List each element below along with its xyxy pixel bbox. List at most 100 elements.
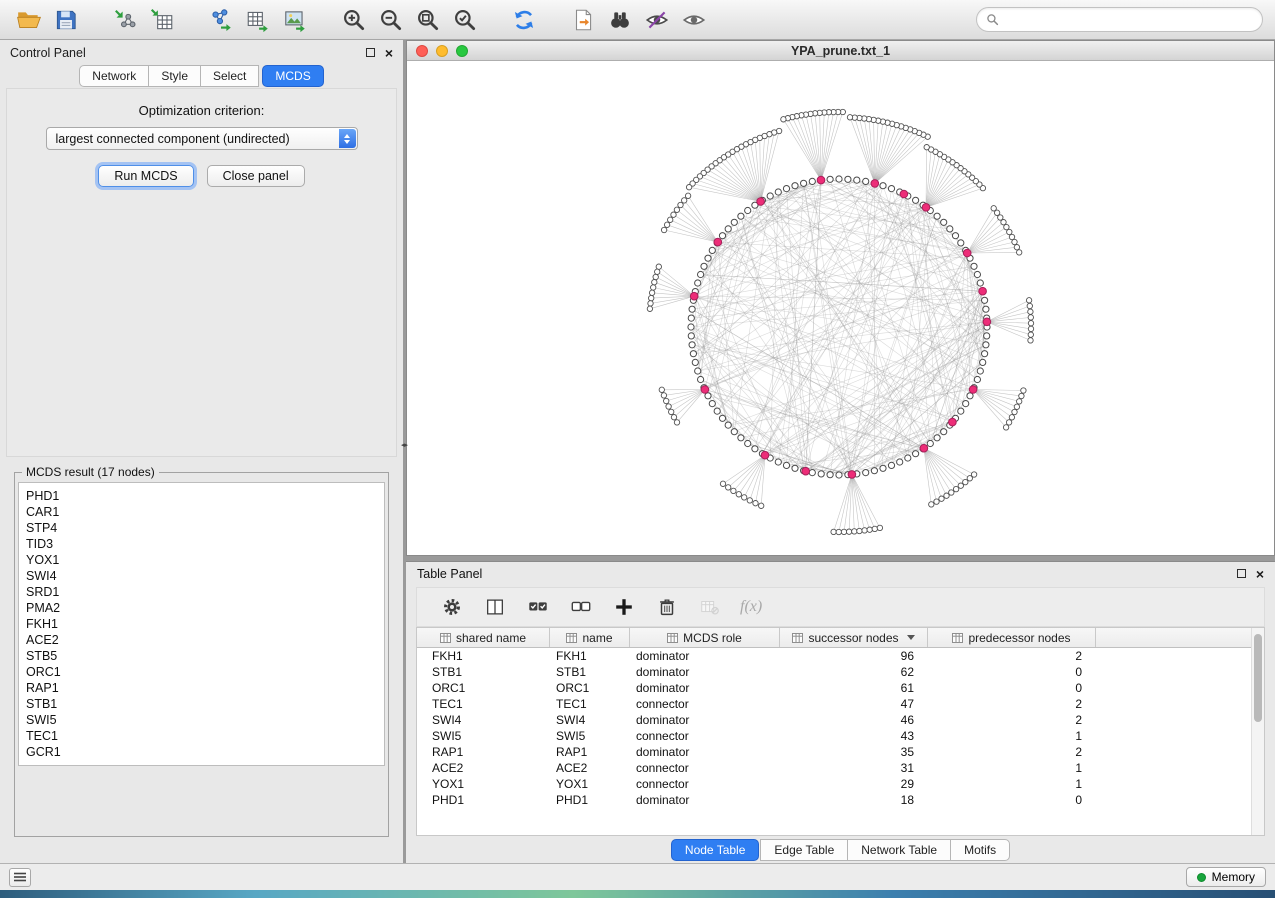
result-node-stb5[interactable]: STB5 <box>26 648 377 664</box>
export-network-button[interactable] <box>204 4 237 35</box>
result-node-stp4[interactable]: STP4 <box>26 520 377 536</box>
column-header-shared-name[interactable]: shared name <box>417 628 550 647</box>
window-close-icon[interactable] <box>416 45 428 57</box>
desktop-wallpaper-strip <box>0 890 1275 898</box>
tab-edge-table[interactable]: Edge Table <box>760 839 848 861</box>
table-row-swi5[interactable]: SWI5SWI5connector431 <box>417 728 1251 744</box>
table-scrollbar[interactable] <box>1251 628 1264 835</box>
sort-indicator-icon <box>907 635 915 640</box>
vertical-splitter[interactable]: ◂▸ <box>403 40 406 863</box>
import-table-button[interactable] <box>145 4 178 35</box>
document-arrow-icon <box>570 7 596 33</box>
table-row-phd1[interactable]: PHD1PHD1dominator180 <box>417 792 1251 808</box>
tab-style[interactable]: Style <box>149 65 201 87</box>
zoom-selected-button[interactable] <box>448 4 481 35</box>
result-node-tid3[interactable]: TID3 <box>26 536 377 552</box>
tab-network-table[interactable]: Network Table <box>847 839 951 861</box>
tab-select[interactable]: Select <box>201 65 259 87</box>
export-image-button[interactable] <box>278 4 311 35</box>
show-columns-button[interactable] <box>482 594 508 620</box>
memory-status-icon <box>1197 873 1206 882</box>
column-header-name[interactable]: name <box>550 628 630 647</box>
binoculars-icon <box>607 7 633 33</box>
table-panel-float-button[interactable] <box>1237 569 1246 578</box>
import-network-button[interactable] <box>108 4 141 35</box>
tab-node-table[interactable]: Node Table <box>671 839 760 861</box>
unchecked-boxes-icon <box>569 596 593 618</box>
column-type-icon <box>792 633 803 643</box>
table-row-ace2[interactable]: ACE2ACE2connector311 <box>417 760 1251 776</box>
table-row-tec1[interactable]: TEC1TEC1connector472 <box>417 696 1251 712</box>
add-column-button[interactable] <box>611 594 637 620</box>
main-toolbar <box>0 0 1275 40</box>
result-node-rap1[interactable]: RAP1 <box>26 680 377 696</box>
zoom-out-button[interactable] <box>374 4 407 35</box>
table-settings-button[interactable] <box>439 594 465 620</box>
open-file-button[interactable] <box>12 4 45 35</box>
main-area: Control Panel × NetworkStyleSelectMCDS O… <box>0 40 1275 863</box>
table-row-yox1[interactable]: YOX1YOX1connector291 <box>417 776 1251 792</box>
find-button[interactable] <box>603 4 636 35</box>
result-node-pma2[interactable]: PMA2 <box>26 600 377 616</box>
copy-document-button[interactable] <box>566 4 599 35</box>
table-scrollbar-thumb[interactable] <box>1254 634 1262 722</box>
columns-icon <box>484 596 506 618</box>
splitter-collapse-icon[interactable]: ◂▸ <box>401 442 408 449</box>
close-panel-button[interactable]: Close panel <box>207 165 305 187</box>
memory-button[interactable]: Memory <box>1186 867 1266 887</box>
task-history-button[interactable] <box>9 868 31 887</box>
window-zoom-icon[interactable] <box>456 45 468 57</box>
zoom-in-button[interactable] <box>337 4 370 35</box>
table-row-orc1[interactable]: ORC1ORC1dominator610 <box>417 680 1251 696</box>
result-node-fkh1[interactable]: FKH1 <box>26 616 377 632</box>
status-bar: Memory <box>0 863 1275 890</box>
column-type-icon <box>667 633 678 643</box>
network-canvas[interactable] <box>407 61 1274 555</box>
show-all-button[interactable] <box>677 4 710 35</box>
result-node-stb1[interactable]: STB1 <box>26 696 377 712</box>
zoom-fit-button[interactable] <box>411 4 444 35</box>
result-node-orc1[interactable]: ORC1 <box>26 664 377 680</box>
refresh-layout-button[interactable] <box>507 4 540 35</box>
tab-network[interactable]: Network <box>79 65 149 87</box>
save-button[interactable] <box>49 4 82 35</box>
export-table-button[interactable] <box>241 4 274 35</box>
result-node-phd1[interactable]: PHD1 <box>26 488 377 504</box>
column-type-icon <box>952 633 963 643</box>
layout-group <box>507 4 540 35</box>
node-table: shared namenameMCDS rolesuccessor nodesp… <box>416 627 1265 836</box>
result-node-swi5[interactable]: SWI5 <box>26 712 377 728</box>
column-header-mcds-role[interactable]: MCDS role <box>630 628 780 647</box>
criterion-select[interactable]: largest connected component (undirected) <box>46 127 358 150</box>
result-node-car1[interactable]: CAR1 <box>26 504 377 520</box>
column-header-predecessor-nodes[interactable]: predecessor nodes <box>928 628 1096 647</box>
export-table-icon <box>245 7 271 33</box>
hide-selection-button[interactable] <box>640 4 673 35</box>
result-node-swi4[interactable]: SWI4 <box>26 568 377 584</box>
result-node-yox1[interactable]: YOX1 <box>26 552 377 568</box>
result-node-ace2[interactable]: ACE2 <box>26 632 377 648</box>
run-mcds-button[interactable]: Run MCDS <box>98 165 193 187</box>
search-input[interactable] <box>1005 13 1253 27</box>
tab-motifs[interactable]: Motifs <box>950 839 1010 861</box>
control-panel-float-button[interactable] <box>366 48 375 57</box>
table-panel-close-button[interactable]: × <box>1256 567 1264 581</box>
column-header-successor-nodes[interactable]: successor nodes <box>780 628 928 647</box>
deselect-all-button[interactable] <box>568 594 594 620</box>
function-builder-button: f(x) <box>740 598 762 616</box>
control-panel-close-button[interactable]: × <box>385 46 393 60</box>
table-panel: Table Panel × f(x) <box>406 561 1275 863</box>
delete-column-button[interactable] <box>654 594 680 620</box>
result-node-srd1[interactable]: SRD1 <box>26 584 377 600</box>
result-node-tec1[interactable]: TEC1 <box>26 728 377 744</box>
table-row-fkh1[interactable]: FKH1FKH1dominator962 <box>417 648 1251 664</box>
table-row-stb1[interactable]: STB1STB1dominator620 <box>417 664 1251 680</box>
table-row-rap1[interactable]: RAP1RAP1dominator352 <box>417 744 1251 760</box>
delete-table-icon <box>698 596 722 618</box>
tab-mcds[interactable]: MCDS <box>262 65 323 87</box>
result-node-gcr1[interactable]: GCR1 <box>26 744 377 760</box>
mcds-result-list[interactable]: PHD1CAR1STP4TID3YOX1SWI4SRD1PMA2FKH1ACE2… <box>18 482 385 766</box>
select-all-button[interactable] <box>525 594 551 620</box>
window-minimize-icon[interactable] <box>436 45 448 57</box>
table-row-swi4[interactable]: SWI4SWI4dominator462 <box>417 712 1251 728</box>
